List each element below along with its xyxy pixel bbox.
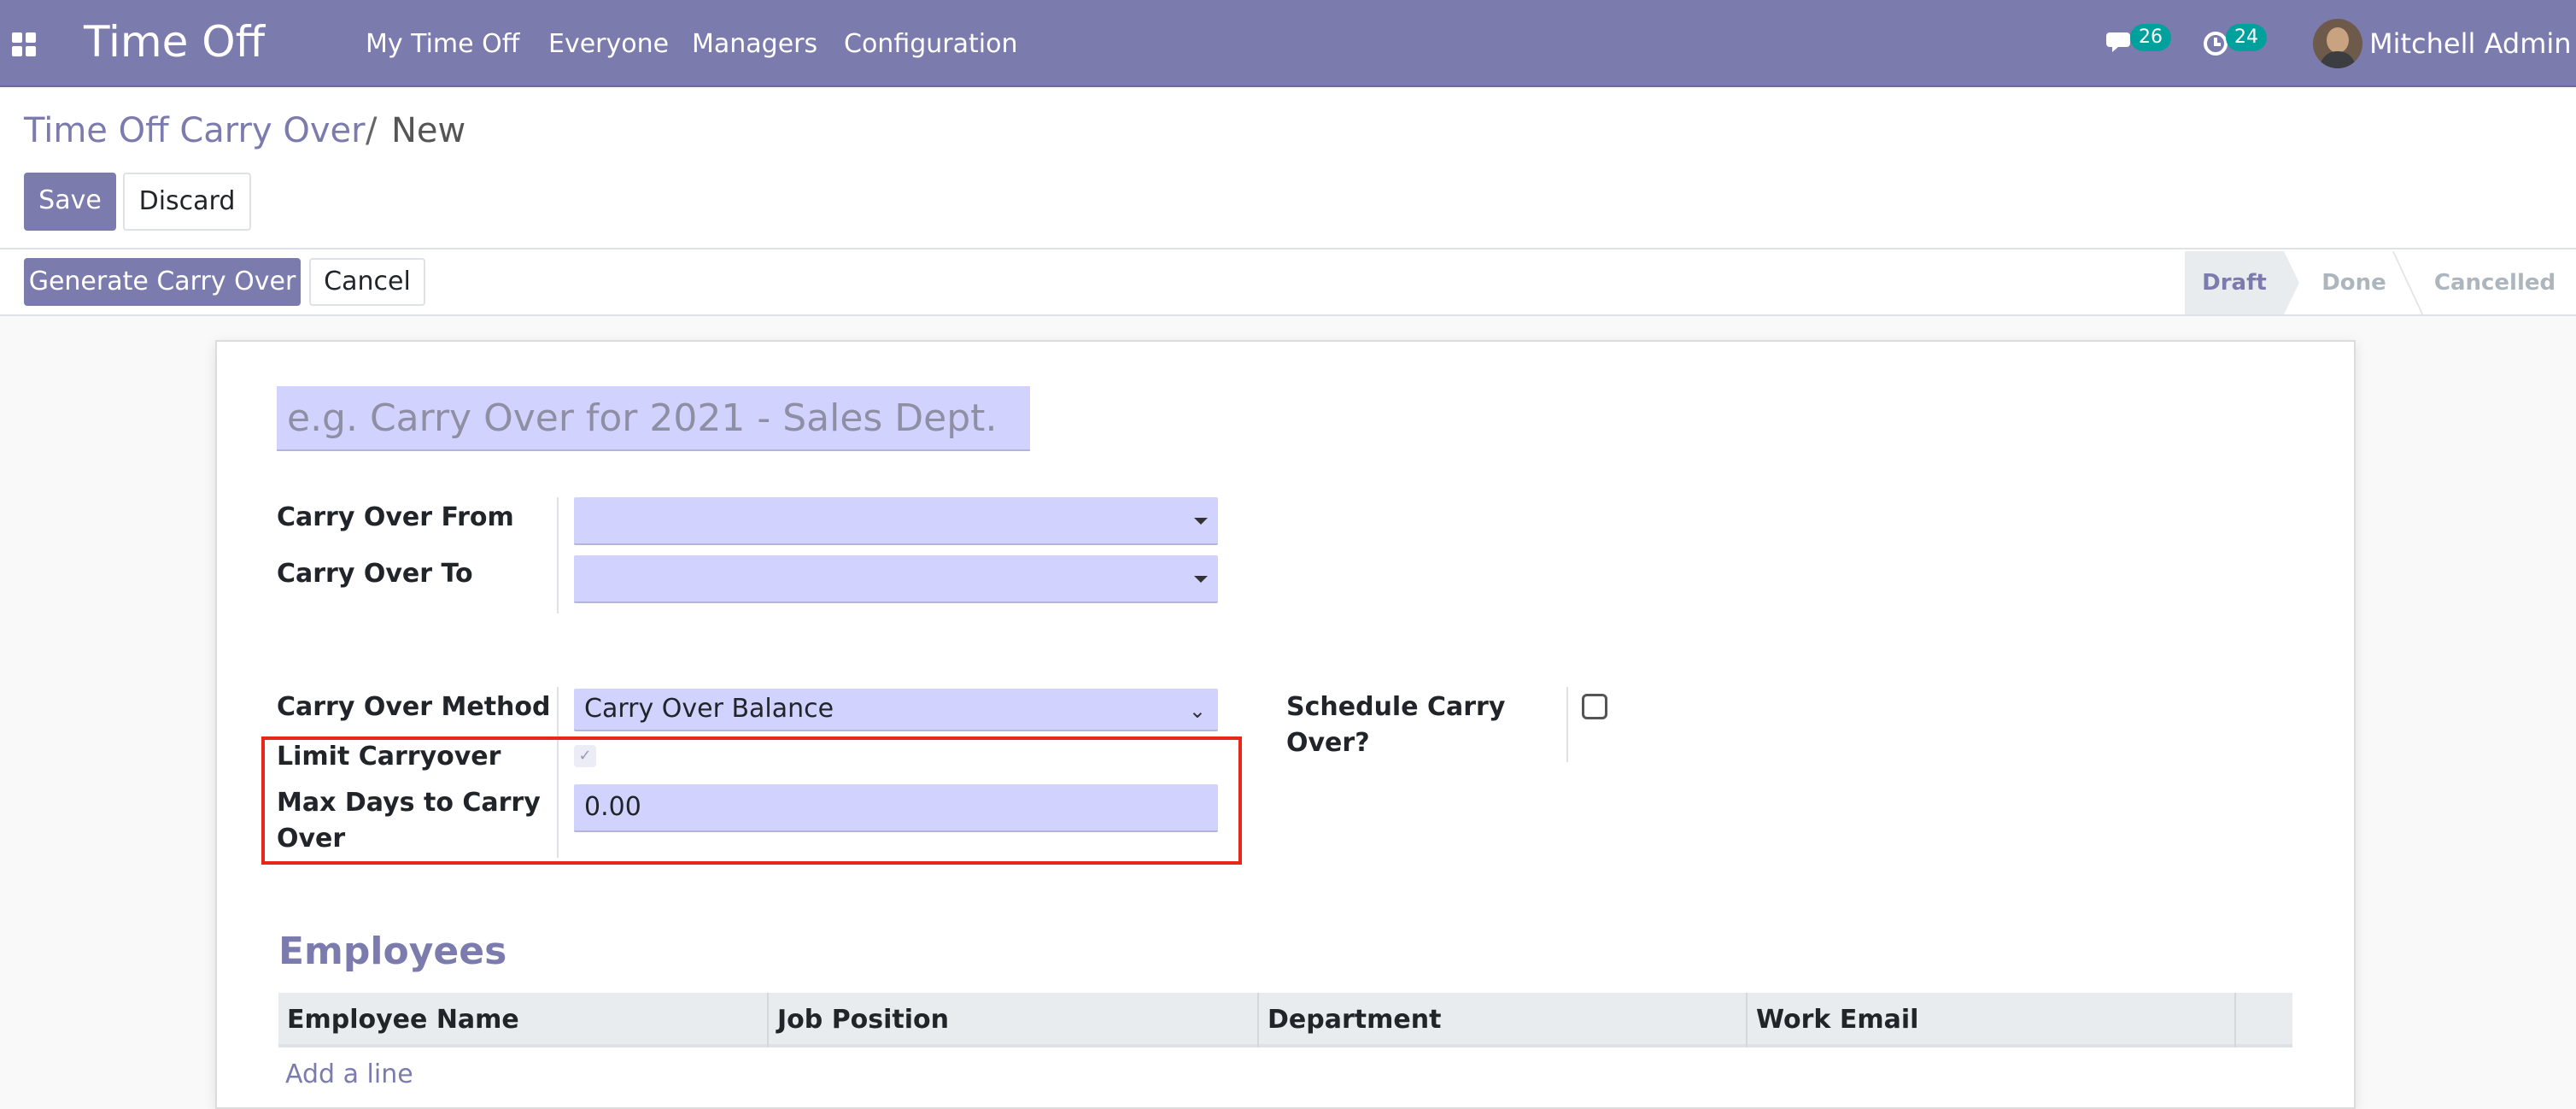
dropdown-caret-icon	[1194, 576, 1208, 583]
column-job-position[interactable]: Job Position	[767, 993, 1257, 1047]
messages-badge: 26	[2130, 24, 2171, 51]
activities-badge: 24	[2226, 24, 2267, 51]
save-button[interactable]: Save	[24, 173, 116, 231]
stage-arrow	[2284, 251, 2299, 314]
column-department[interactable]: Department	[1257, 993, 1746, 1047]
breadcrumb-separator: /	[366, 111, 378, 150]
generate-carry-over-button[interactable]: Generate Carry Over	[24, 258, 301, 306]
apps-menu-icon[interactable]	[12, 32, 36, 56]
carry-over-method-select[interactable]: Carry Over Balance ⌄	[574, 689, 1218, 731]
app-name[interactable]: Time Off	[84, 17, 265, 67]
carry-over-method-value: Carry Over Balance	[584, 694, 834, 724]
stage-done[interactable]: Done	[2303, 251, 2405, 314]
schedule-carry-over-label-line2: Over?	[1286, 728, 1370, 758]
carry-over-method-label: Carry Over Method	[277, 692, 551, 722]
stage-cancelled[interactable]: Cancelled	[2431, 251, 2559, 314]
user-avatar[interactable]	[2313, 19, 2362, 68]
stage-draft[interactable]: Draft	[2185, 251, 2284, 314]
carry-over-from-field[interactable]	[574, 497, 1218, 545]
label-separator	[1566, 687, 1568, 762]
label-separator	[557, 497, 559, 613]
add-a-line-link[interactable]: Add a line	[285, 1059, 413, 1089]
carry-over-to-field[interactable]	[574, 555, 1218, 603]
menu-managers[interactable]: Managers	[692, 29, 817, 59]
employees-section-title: Employees	[278, 930, 507, 973]
schedule-carry-over-checkbox[interactable]	[1582, 694, 1607, 719]
column-work-email[interactable]: Work Email	[1746, 993, 2234, 1047]
dropdown-caret-icon	[1194, 518, 1208, 525]
column-employee-name[interactable]: Employee Name	[278, 993, 767, 1047]
user-name[interactable]: Mitchell Admin	[2369, 27, 2572, 60]
carry-over-from-label: Carry Over From	[277, 502, 514, 532]
cancel-button[interactable]: Cancel	[309, 258, 425, 306]
highlight-box	[261, 736, 1242, 865]
menu-configuration[interactable]: Configuration	[844, 29, 1017, 59]
breadcrumb-parent[interactable]: Time Off Carry Over	[24, 111, 366, 150]
control-panel	[0, 89, 2576, 249]
menu-everyone[interactable]: Everyone	[548, 29, 669, 59]
column-divider	[2234, 993, 2236, 1047]
name-input[interactable]: e.g. Carry Over for 2021 - Sales Dept.	[277, 386, 1030, 451]
chevron-down-icon: ⌄	[1188, 699, 1206, 723]
carry-over-to-label: Carry Over To	[277, 559, 473, 589]
discard-button[interactable]: Discard	[123, 173, 251, 231]
breadcrumb-current: New	[391, 111, 466, 150]
menu-my-time-off[interactable]: My Time Off	[366, 29, 519, 59]
schedule-carry-over-label-line1: Schedule Carry	[1286, 692, 1506, 722]
